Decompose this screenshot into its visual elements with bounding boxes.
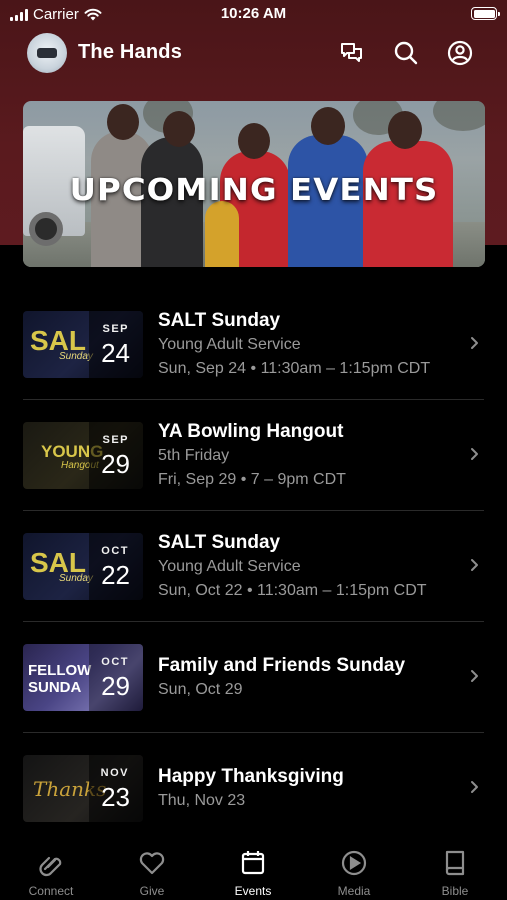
upcoming-events-banner[interactable]: UPCOMING EVENTS [23, 101, 485, 267]
event-art-subtext: Sunday [59, 573, 93, 584]
status-time: 10:26 AM [220, 5, 287, 22]
event-datetime: Thu, Nov 23 [158, 792, 246, 809]
event-thumbnail: FELLOW SUNDA OCT 29 [23, 644, 143, 711]
event-row[interactable]: SAL Sunday OCT 22 SALT Sunday Young Adul… [0, 511, 507, 622]
tab-connect[interactable]: Connect [11, 848, 91, 898]
event-title: Happy Thanksgiving [158, 766, 344, 787]
battery-icon [471, 7, 500, 20]
org-avatar[interactable] [27, 33, 67, 73]
tab-label: Events [234, 884, 272, 898]
event-month: SEP [102, 323, 129, 335]
event-thumbnail: SAL Sunday SEP 24 [23, 311, 143, 378]
event-thumbnail: YOUNG Hangout SEP 29 [23, 422, 143, 489]
event-datetime: Fri, Sep 29 • 7 – 9pm CDT [158, 471, 346, 488]
event-title: YA Bowling Hangout [158, 421, 344, 442]
event-month: OCT [101, 545, 129, 557]
event-row[interactable]: YOUNG Hangout SEP 29 YA Bowling Hangout … [0, 400, 507, 511]
tab-give[interactable]: Give [112, 848, 192, 898]
chevron-right-icon [471, 448, 478, 460]
event-day: 22 [101, 560, 130, 590]
event-row[interactable]: FELLOW SUNDA OCT 29 Family and Friends S… [0, 622, 507, 733]
chevron-right-icon [471, 559, 478, 571]
event-subtitle: Young Adult Service [158, 336, 301, 353]
event-row[interactable]: Thanks NOV 23 Happy Thanksgiving Thu, No… [0, 733, 507, 844]
chevron-right-icon [471, 670, 478, 682]
event-day: 29 [101, 671, 130, 701]
event-title: Family and Friends Sunday [158, 655, 406, 676]
event-title: SALT Sunday [158, 310, 281, 331]
event-month: OCT [101, 656, 129, 668]
event-datetime: Sun, Oct 22 • 11:30am – 1:15pm CDT [158, 582, 427, 599]
event-thumbnail: SAL Sunday OCT 22 [23, 533, 143, 600]
event-thumbnail: Thanks NOV 23 [23, 755, 143, 822]
account-icon[interactable] [445, 38, 475, 68]
event-subtitle: 5th Friday [158, 447, 230, 464]
tab-label: Give [139, 884, 165, 898]
tab-label: Bible [441, 884, 469, 898]
event-month: SEP [102, 434, 129, 446]
event-title: SALT Sunday [158, 532, 281, 553]
tab-bible[interactable]: Bible [415, 848, 495, 898]
org-name: The Hands [78, 41, 183, 63]
status-bar: Carrier 10:26 AM [0, 0, 507, 30]
chevron-right-icon [471, 781, 478, 793]
search-icon[interactable] [391, 38, 421, 68]
chevron-right-icon [471, 337, 478, 349]
heart-icon [139, 852, 165, 875]
event-subtitle: Young Adult Service [158, 558, 301, 575]
event-month: NOV [100, 767, 129, 779]
chat-bubbles-icon[interactable] [337, 38, 367, 68]
event-art-subtext: SUNDA [28, 679, 82, 696]
event-day: 23 [101, 782, 130, 812]
play-icon [341, 850, 367, 876]
tab-label: Connect [28, 884, 74, 898]
tab-bar: Connect Give Events Media Bible [0, 838, 507, 900]
event-day: 24 [101, 338, 130, 368]
event-datetime: Sun, Oct 29 [158, 681, 243, 698]
tab-events[interactable]: Events [213, 848, 293, 898]
event-art-text: FELLOW [28, 662, 92, 679]
banner-title: UPCOMING EVENTS [69, 173, 439, 208]
event-datetime: Sun, Sep 24 • 11:30am – 1:15pm CDT [158, 360, 431, 377]
tab-media[interactable]: Media [314, 848, 394, 898]
events-list: SAL Sunday SEP 24 SALT Sunday Young Adul… [0, 289, 507, 844]
event-row[interactable]: SAL Sunday SEP 24 SALT Sunday Young Adul… [0, 289, 507, 400]
calendar-icon [241, 851, 265, 875]
event-art-subtext: Sunday [59, 351, 93, 362]
book-icon [445, 850, 465, 876]
events-screen: Carrier 10:26 AM The Hands UPCOMING EVEN… [0, 0, 507, 900]
connect-icon [39, 856, 62, 877]
app-header: The Hands [0, 30, 507, 78]
tab-label: Media [337, 884, 371, 898]
event-day: 29 [101, 449, 130, 479]
